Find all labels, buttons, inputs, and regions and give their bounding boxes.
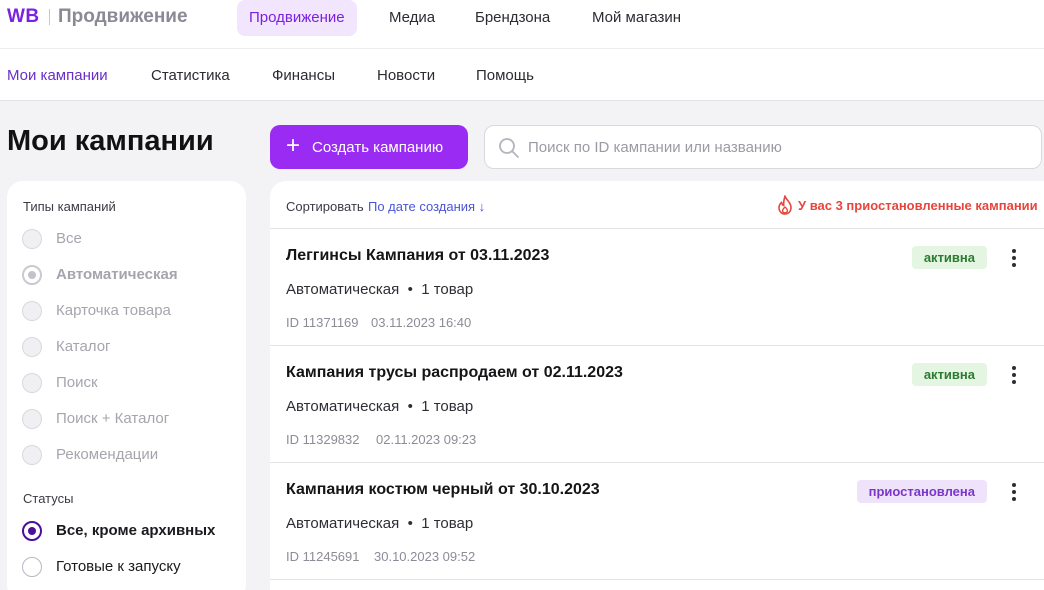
subnav-finance[interactable]: Финансы [272,67,335,84]
campaign-id: ID 11245691 [286,549,360,564]
sort-label: Сортировать [286,199,364,214]
fire-icon [778,195,792,215]
campaign-title[interactable]: Кампания костюм черный от 30.10.2023 [286,481,600,499]
campaign-type: Автоматическая • 1 товар [286,398,474,415]
more-options-icon[interactable] [1004,364,1024,386]
campaign-created: 02.11.2023 09:23 [376,432,477,447]
campaign-types-heading: Типы кампаний [23,199,116,214]
filters-panel: Типы кампаний Все Автоматическая Карточк… [7,181,246,590]
more-options-icon[interactable] [1004,481,1024,503]
campaign-title[interactable]: Кампания трусы распродаем от 02.11.2023 [286,364,623,382]
campaign-id: ID 11371169 [286,315,359,330]
page-title: Мои кампании [7,125,214,157]
status-badge: приостановлена [856,480,987,503]
logo-divider [49,9,50,25]
topnav-my-store[interactable]: Мой магазин [580,0,693,36]
subnav-help[interactable]: Помощь [476,67,534,84]
radio-label: Готовые к запуску [56,558,181,575]
radio-label: Поиск [56,374,98,391]
subnav-my-campaigns[interactable]: Мои кампании [7,67,108,84]
wb-logo[interactable]: WB [7,6,40,28]
paused-warning[interactable]: У вас 3 приостановленные кампании [776,195,1038,215]
radio-indicator [22,337,42,357]
status-badge: активна [911,246,987,269]
radio-indicator [22,373,42,393]
radio-label: Все, кроме архивных [56,522,216,539]
more-options-icon[interactable] [1004,247,1024,269]
radio-label: Все [56,230,82,247]
campaign-row[interactable]: Кампания трусы распродаем от 02.11.2023 … [270,346,1044,463]
topnav-brandzone[interactable]: Брендзона [463,0,562,36]
subnav-news[interactable]: Новости [377,67,435,84]
sub-nav: Мои кампании Статистика Финансы Новости … [0,48,1044,101]
search-input[interactable] [528,126,1028,168]
radio-indicator [22,229,42,249]
campaign-type: Автоматическая • 1 товар [286,281,474,298]
sort-dropdown[interactable]: По дате создания ↓ [368,199,485,214]
campaign-created: 03.11.2023 16:40 [371,315,472,330]
plus-icon: + [286,132,301,159]
status-badge: активна [911,363,987,386]
campaign-row[interactable]: Кампания костюм черный от 30.10.2023 Авт… [270,463,1044,580]
radio-label: Автоматическая [56,266,178,283]
subnav-statistics[interactable]: Статистика [151,67,230,84]
radio-indicator [22,557,42,577]
campaign-id: ID 11329832 [286,432,360,447]
topnav-promotion[interactable]: Продвижение [237,0,357,36]
topnav-media[interactable]: Медиа [377,0,447,36]
radio-label: Каталог [56,338,111,355]
radio-indicator [22,445,42,465]
radio-indicator [22,265,42,285]
campaign-created: 30.10.2023 09:52 [374,549,476,564]
product-name: Продвижение [58,6,188,27]
create-campaign-label: Создать кампанию [312,139,444,156]
search-icon [499,138,519,158]
campaign-title[interactable]: Леггинсы Кампания от 03.11.2023 [286,247,549,265]
radio-indicator [22,409,42,429]
radio-label: Карточка товара [56,302,171,319]
create-campaign-button[interactable]: + Создать кампанию [270,125,468,169]
radio-label: Рекомендации [56,446,159,463]
campaign-row[interactable]: Леггинсы Кампания от 03.11.2023 Автомати… [270,229,1044,346]
radio-label: Поиск + Каталог [56,410,170,427]
radio-indicator [22,521,42,541]
paused-warning-text: У вас 3 приостановленные кампании [798,198,1038,213]
campaign-list: Сортировать По дате создания ↓ У вас 3 п… [270,181,1044,590]
top-bar: WB Продвижение Продвижение Медиа Брендзо… [0,0,1044,48]
radio-indicator [22,301,42,321]
list-header: Сортировать По дате создания ↓ У вас 3 п… [270,181,1044,229]
search-box[interactable] [484,125,1042,169]
statuses-heading: Статусы [23,491,74,506]
campaign-type: Автоматическая • 1 товар [286,515,474,532]
